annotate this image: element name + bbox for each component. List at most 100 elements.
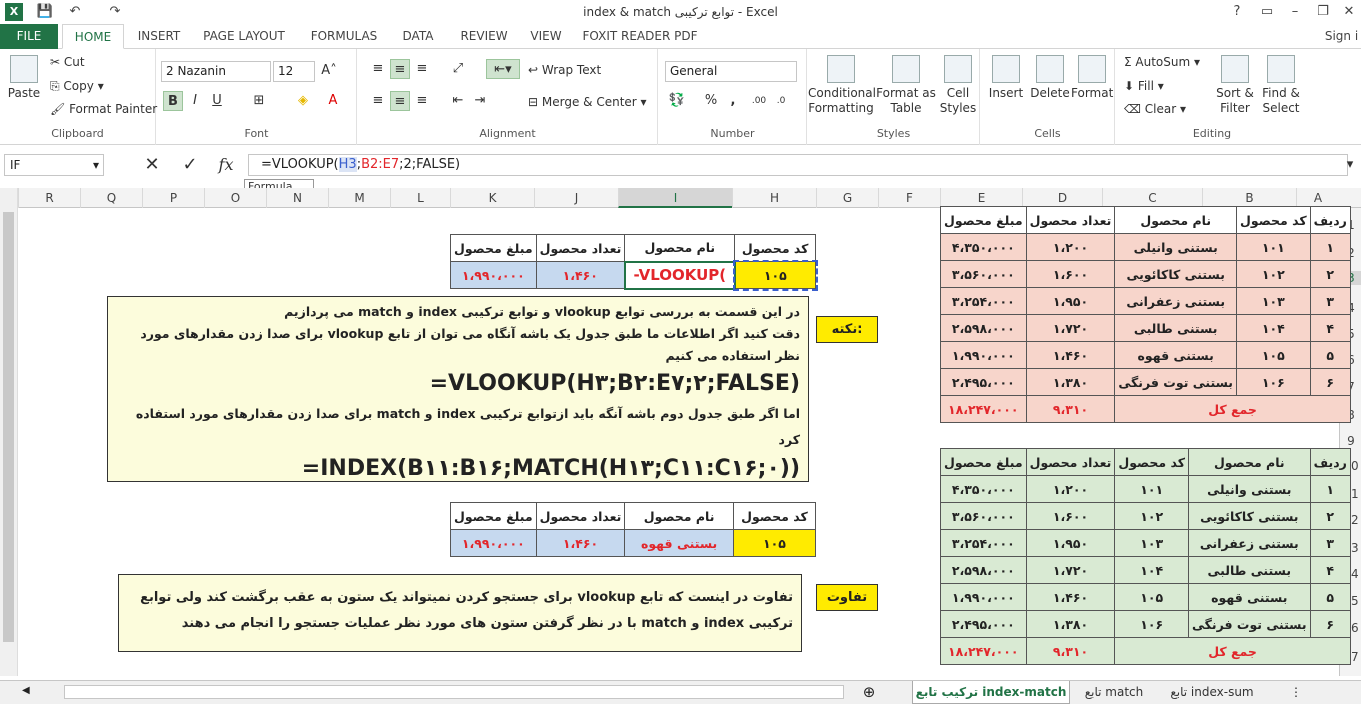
- font-name-select[interactable]: 2 Nazanin: [161, 61, 271, 82]
- column-header[interactable]: K: [450, 188, 534, 208]
- tab-home[interactable]: HOME: [62, 24, 124, 49]
- sign-in-link[interactable]: Sign i: [1322, 24, 1361, 49]
- column-header[interactable]: N: [266, 188, 328, 208]
- expand-formula-icon[interactable]: ▾: [1340, 155, 1360, 175]
- format-painter-button[interactable]: 🖌 Format Painter: [50, 102, 157, 116]
- table-cell[interactable]: بستنی توت فرنگی: [1114, 368, 1238, 396]
- borders-icon[interactable]: ⊞: [249, 91, 269, 111]
- sheet-tab[interactable]: تابع match: [1072, 681, 1156, 704]
- table-cell[interactable]: ۱۰۶: [1114, 610, 1189, 638]
- clear-button[interactable]: ⌫ Clear ▾: [1124, 102, 1186, 116]
- table-cell[interactable]: ۱۰۶: [1236, 368, 1311, 396]
- sheet-tab[interactable]: تابع index-sum: [1158, 681, 1266, 704]
- column-header[interactable]: O: [204, 188, 266, 208]
- table-cell[interactable]: ۱۰۲: [1236, 260, 1311, 288]
- table-cell[interactable]: ۱،۲۰۰: [1025, 233, 1116, 261]
- lookup-code-cell[interactable]: ۱۰۵: [732, 259, 818, 291]
- tab-file[interactable]: FILE: [0, 24, 58, 49]
- table-cell[interactable]: ۱،۹۵۰: [1025, 287, 1116, 315]
- table-cell[interactable]: ۳،۵۶۰،۰۰۰: [940, 260, 1027, 288]
- sort-filter-button[interactable]: Sort & Filter: [1212, 55, 1258, 116]
- table-cell[interactable]: ۲،۴۹۵،۰۰۰: [940, 368, 1027, 396]
- column-header[interactable]: H: [732, 188, 816, 208]
- table-header[interactable]: کد محصول: [732, 502, 817, 530]
- table-cell[interactable]: ۲: [1309, 502, 1351, 530]
- table-header[interactable]: نام محصول: [1114, 206, 1238, 234]
- italic-button[interactable]: I: [185, 91, 205, 111]
- align-bottom-icon[interactable]: ≡: [412, 59, 432, 79]
- column-header[interactable]: G: [816, 188, 878, 208]
- sheet-tab-active[interactable]: ترکیب تابع index-match: [912, 681, 1070, 704]
- table-cell[interactable]: ۱۰۱: [1114, 475, 1189, 503]
- tab-formulas[interactable]: FORMULAS: [304, 24, 384, 49]
- font-color-icon[interactable]: A: [323, 91, 343, 111]
- table-cell[interactable]: بستنی طالبی: [1114, 314, 1238, 342]
- table-header[interactable]: کد محصول: [1236, 206, 1311, 234]
- lookup-amount-cell[interactable]: ۱،۹۹۰،۰۰۰: [450, 261, 537, 289]
- table-header[interactable]: کد محصول: [734, 234, 816, 262]
- total-label[interactable]: جمع کل: [1114, 637, 1351, 665]
- table-cell[interactable]: ۱،۶۰۰: [1025, 502, 1116, 530]
- table-cell[interactable]: بستنی طالبی: [1187, 556, 1311, 584]
- table-cell[interactable]: ۱۰۱: [1236, 233, 1311, 261]
- scrollbar-thumb[interactable]: [3, 212, 14, 642]
- table-header[interactable]: کد محصول: [1114, 448, 1189, 476]
- table-cell[interactable]: ۱،۴۶۰: [1025, 341, 1116, 369]
- column-header[interactable]: P: [142, 188, 204, 208]
- table-cell[interactable]: ۴،۳۵۰،۰۰۰: [940, 233, 1027, 261]
- cell-styles-button[interactable]: Cell Styles: [936, 55, 980, 116]
- table-cell[interactable]: ۱۰۴: [1236, 314, 1311, 342]
- enter-icon[interactable]: ✓: [180, 155, 200, 175]
- column-header[interactable]: A: [1296, 188, 1339, 208]
- table-header[interactable]: نام محصول: [624, 234, 736, 262]
- table-cell[interactable]: ۶: [1309, 610, 1351, 638]
- table-cell[interactable]: ۵: [1309, 341, 1351, 369]
- total-amount[interactable]: ۱۸،۲۴۷،۰۰۰: [940, 637, 1027, 665]
- column-header[interactable]: F: [878, 188, 940, 208]
- table-header[interactable]: مبلغ محصول: [940, 206, 1027, 234]
- scroll-left-icon[interactable]: ◀: [22, 685, 36, 699]
- formula-input[interactable]: =VLOOKUP(H3;B2:E7;2;FALSE): [248, 154, 1348, 176]
- table-cell[interactable]: ۱،۳۸۰: [1025, 610, 1116, 638]
- decrease-decimal-icon[interactable]: .0: [771, 91, 791, 111]
- autosum-button[interactable]: Σ AutoSum ▾: [1124, 55, 1200, 69]
- vertical-scrollbar[interactable]: [0, 188, 18, 676]
- align-left-icon[interactable]: ≡: [368, 91, 388, 111]
- table-cell[interactable]: ۱: [1309, 233, 1351, 261]
- table-cell[interactable]: ۱: [1309, 475, 1351, 503]
- table-cell[interactable]: بستنی کاکائویی: [1187, 502, 1311, 530]
- decrease-indent-icon[interactable]: ⇤: [448, 91, 468, 111]
- table-cell[interactable]: ۴: [1309, 556, 1351, 584]
- table-cell[interactable]: بستنی زعفرانی: [1187, 529, 1311, 557]
- table-cell[interactable]: ۳،۲۵۴،۰۰۰: [940, 287, 1027, 315]
- table-cell[interactable]: ۵: [1309, 583, 1351, 611]
- lookup-amount-cell[interactable]: ۱،۹۹۰،۰۰۰: [450, 529, 537, 557]
- align-right-icon[interactable]: ≡: [412, 91, 432, 111]
- table-cell[interactable]: ۱۰۳: [1114, 529, 1189, 557]
- total-count[interactable]: ۹،۳۱۰: [1025, 395, 1116, 423]
- total-label[interactable]: جمع کل: [1114, 395, 1351, 423]
- column-header[interactable]: J: [534, 188, 618, 208]
- table-header[interactable]: مبلغ محصول: [450, 234, 537, 262]
- merge-center-button[interactable]: ⊟ Merge & Center ▾: [528, 95, 647, 109]
- table-cell[interactable]: ۱،۹۹۰،۰۰۰: [940, 583, 1027, 611]
- column-header-selected[interactable]: I: [618, 188, 732, 208]
- table-cell[interactable]: ۱،۳۸۰: [1025, 368, 1116, 396]
- currency-icon[interactable]: 💱: [667, 91, 687, 111]
- find-select-button[interactable]: Find & Select: [1258, 55, 1304, 116]
- table-cell[interactable]: ۲،۵۹۸،۰۰۰: [940, 556, 1027, 584]
- column-header[interactable]: Q: [80, 188, 142, 208]
- insert-cells-button[interactable]: Insert: [985, 55, 1027, 101]
- table-cell[interactable]: ۱۰۳: [1236, 287, 1311, 315]
- tab-insert[interactable]: INSERT: [130, 24, 188, 49]
- active-cell-editing[interactable]: -VLOOKUP(: [623, 260, 736, 290]
- column-header[interactable]: M: [328, 188, 390, 208]
- table-cell[interactable]: ۱،۴۶۰: [1025, 583, 1116, 611]
- column-header[interactable]: D: [1022, 188, 1102, 208]
- table-cell[interactable]: بستنی قهوه: [1187, 583, 1311, 611]
- orientation-icon[interactable]: ⤢: [448, 59, 468, 79]
- table-cell[interactable]: ۱۰۴: [1114, 556, 1189, 584]
- table-cell[interactable]: ۱۰۲: [1114, 502, 1189, 530]
- table-cell[interactable]: ۱،۲۰۰: [1025, 475, 1116, 503]
- increase-decimal-icon[interactable]: .00: [749, 91, 769, 111]
